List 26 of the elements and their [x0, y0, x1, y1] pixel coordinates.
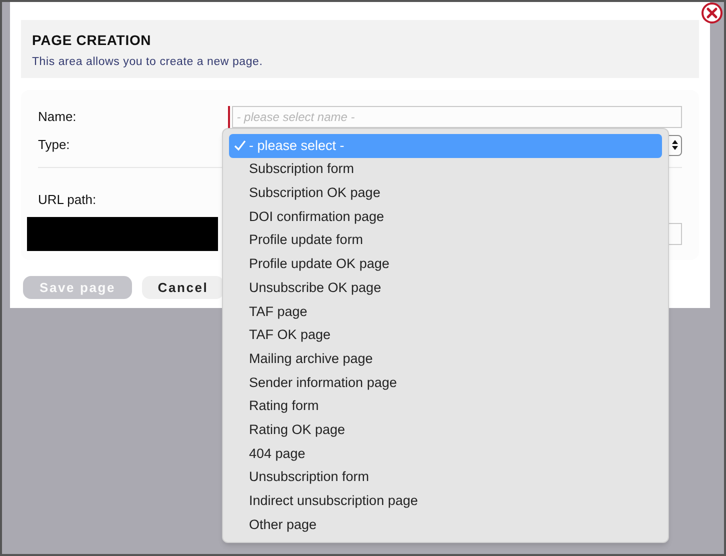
- dropdown-option[interactable]: 404 page: [229, 442, 662, 466]
- dropdown-option[interactable]: Unsubscription form: [229, 466, 662, 490]
- dialog-subtitle: This area allows you to create a new page.: [32, 55, 264, 70]
- stepper-icon: [671, 139, 679, 151]
- name-label: Name:: [38, 108, 78, 126]
- url-label: URL path:: [38, 192, 96, 207]
- dropdown-option[interactable]: Profile update OK page: [229, 252, 662, 276]
- dropdown-option[interactable]: Rating form: [229, 394, 662, 418]
- dropdown-option[interactable]: Profile update form: [229, 228, 662, 252]
- dropdown-option[interactable]: Mailing archive page: [229, 347, 662, 371]
- close-icon[interactable]: [701, 2, 723, 24]
- dropdown-option[interactable]: Subscription form: [229, 158, 662, 182]
- check-icon: [234, 140, 246, 152]
- dropdown-option[interactable]: Unsubscribe OK page: [229, 276, 662, 300]
- dropdown-option[interactable]: TAF OK page: [229, 324, 662, 348]
- dropdown-option[interactable]: Sender information page: [229, 370, 662, 395]
- cancel-button[interactable]: Cancel: [142, 276, 224, 299]
- dropdown-option[interactable]: Other page: [229, 513, 662, 537]
- dialog-title: PAGE CREATION: [32, 31, 152, 50]
- type-label: Type:: [38, 136, 71, 154]
- dropdown-option[interactable]: Rating OK page: [229, 418, 662, 442]
- dropdown-option[interactable]: Indirect unsubscription page: [229, 489, 662, 513]
- dropdown-option[interactable]: DOI confirmation page: [229, 205, 662, 229]
- dropdown-option[interactable]: Subscription OK page: [229, 181, 662, 206]
- dropdown-option[interactable]: TAF page: [229, 300, 662, 324]
- name-input[interactable]: - please select name -: [232, 106, 682, 128]
